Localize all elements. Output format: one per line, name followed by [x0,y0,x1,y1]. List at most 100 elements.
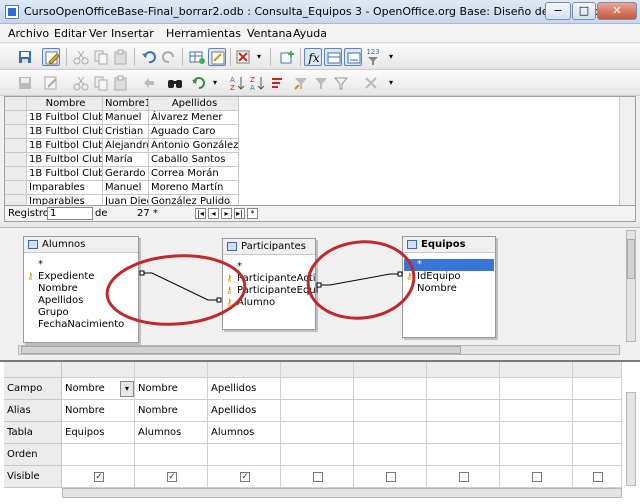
relation-participantes-equipos[interactable] [316,271,403,288]
delete-record-icon[interactable] [362,74,380,92]
table-cell[interactable]: 1B Fultbol Club [27,167,103,181]
close-button[interactable]: ✕ [597,2,637,20]
query-campo-cell[interactable]: Nombre [135,378,208,400]
column-header[interactable] [62,362,135,378]
field-item[interactable]: * [237,261,242,273]
find-icon[interactable] [166,74,184,92]
column-header-nombre1[interactable]: Nombre1 [103,97,149,111]
query-campo-cell[interactable] [427,378,500,400]
query-alias-cell[interactable] [281,400,354,422]
query-grid-vertical-scrollbar[interactable] [626,392,636,486]
query-orden-cell[interactable] [208,444,281,466]
query-orden-cell[interactable] [573,444,622,466]
menu-archivo[interactable]: Archivo [8,27,49,40]
table-name-icon[interactable] [324,48,342,66]
table-row[interactable]: 1B Fultbol Club Alejandro Antonio González [5,139,245,153]
save-icon[interactable] [16,48,34,66]
visible-checkbox[interactable] [459,472,469,482]
toolbar-overflow-chevron-icon[interactable]: ▾ [254,48,264,66]
menu-insertar[interactable]: Insertar [111,27,154,40]
next-record-icon[interactable]: ▸ [221,208,232,219]
record-number-input[interactable]: 1 [47,207,93,220]
distinct-icon[interactable]: 123 [364,48,382,66]
field-item[interactable]: Nombre [417,283,457,295]
field-item[interactable]: * [38,259,43,271]
row-selector[interactable] [5,125,27,139]
add-table-icon[interactable] [188,48,206,66]
sort-descending-icon[interactable]: ZA [248,74,266,92]
table-row[interactable]: ImparablesJuan DiegoGonzález Pulido [5,195,245,205]
table-cell[interactable]: Alejandro [103,139,149,153]
query-tabla-cell[interactable] [354,422,427,444]
previous-record-icon[interactable]: ◂ [208,208,219,219]
row-selector[interactable] [5,181,27,195]
table-window-equipos[interactable]: Equipos * ⚷ IdEquipo Nombre [402,236,496,338]
row-selector[interactable] [5,167,27,181]
column-header[interactable] [573,362,622,378]
table-cell[interactable]: Álvarez Mener [149,111,239,125]
field-item-key[interactable]: ⚷ Alumno [226,297,275,309]
query-alias-cell[interactable]: Apellidos [208,400,281,422]
table-row[interactable]: 1B Fultbol Club Cristian Aguado Caro [5,125,245,139]
standard-filter-icon[interactable] [332,74,350,92]
field-item[interactable]: Nombre [38,283,78,295]
column-header-nombre[interactable]: Nombre [27,97,103,111]
table-cell[interactable]: González Pulido [149,195,239,205]
query-orden-cell[interactable] [281,444,354,466]
design-view-icon[interactable] [208,48,226,66]
toolbar-overflow-chevron-icon[interactable]: ▾ [386,48,396,66]
query-grid-horizontal-scrollbar[interactable] [62,488,622,498]
table-cell[interactable]: Antonio González [149,139,239,153]
new-record-icon[interactable]: * [247,208,258,219]
visible-checkbox[interactable] [532,472,542,482]
column-header-apellidos[interactable]: Apellidos [149,97,239,111]
sort-ascending-icon[interactable]: AZ [228,74,246,92]
visible-checkbox[interactable]: ✓ [94,472,104,482]
query-alias-cell[interactable] [573,400,622,422]
query-orden-cell[interactable] [135,444,208,466]
visible-checkbox[interactable] [386,472,396,482]
table-cell[interactable]: Moreno Martín [149,181,239,195]
menu-editar[interactable]: Editar [54,27,87,40]
query-campo-cell[interactable] [573,378,622,400]
edit-data-icon[interactable] [42,74,60,92]
field-item-key[interactable]: ⚷ IdEquipo [406,271,461,283]
query-alias-cell[interactable]: Nombre [135,400,208,422]
column-header[interactable] [500,362,573,378]
table-title-equipos[interactable]: Equipos [403,237,495,253]
table-cell[interactable]: Correa Morán [149,167,239,181]
table-cell[interactable]: Imparables [27,195,103,205]
query-tabla-cell[interactable]: Alumnos [135,422,208,444]
query-tabla-cell[interactable] [427,422,500,444]
row-selector[interactable] [5,139,27,153]
table-row[interactable]: Imparables Manuel Moreno Martín [5,181,245,195]
table-cell[interactable]: Manuel [103,111,149,125]
copy-icon[interactable] [92,48,110,66]
table-window-participantes[interactable]: Participantes * ⚷ ParticipanteActi ⚷ Parti… [222,238,318,330]
field-item-key[interactable]: ⚷ ParticipanteActi [226,273,316,285]
visible-checkbox[interactable] [593,472,603,482]
query-orden-cell[interactable] [62,444,135,466]
table-cell[interactable]: 1B Fultbol Club [27,153,103,167]
row-selector[interactable] [5,111,27,125]
table-cell[interactable]: Juan Diego [103,195,149,205]
filter-icon[interactable] [312,74,330,92]
table-cell[interactable]: 1B Fultbol Club [27,111,103,125]
sort-icon[interactable] [268,74,286,92]
query-campo-cell[interactable] [500,378,573,400]
field-item-key[interactable]: ⚷ ParticipanteEqui [226,285,318,297]
query-alias-cell[interactable]: Nombre [62,400,135,422]
menu-ver[interactable]: Ver [89,27,107,40]
paste-icon[interactable] [112,74,130,92]
undo-icon[interactable] [140,74,158,92]
results-vertical-scrollbar[interactable] [619,97,635,205]
maximize-button[interactable]: □ [572,2,596,20]
toolbar-overflow-chevron-icon[interactable]: ▾ [386,74,396,92]
query-campo-cell[interactable] [281,378,354,400]
query-tabla-cell[interactable] [500,422,573,444]
undo-icon[interactable] [140,48,158,66]
save-record-icon[interactable] [16,74,34,92]
table-cell[interactable]: Aguado Caro [149,125,239,139]
designer-vertical-scrollbar[interactable] [626,230,636,342]
column-header[interactable] [281,362,354,378]
